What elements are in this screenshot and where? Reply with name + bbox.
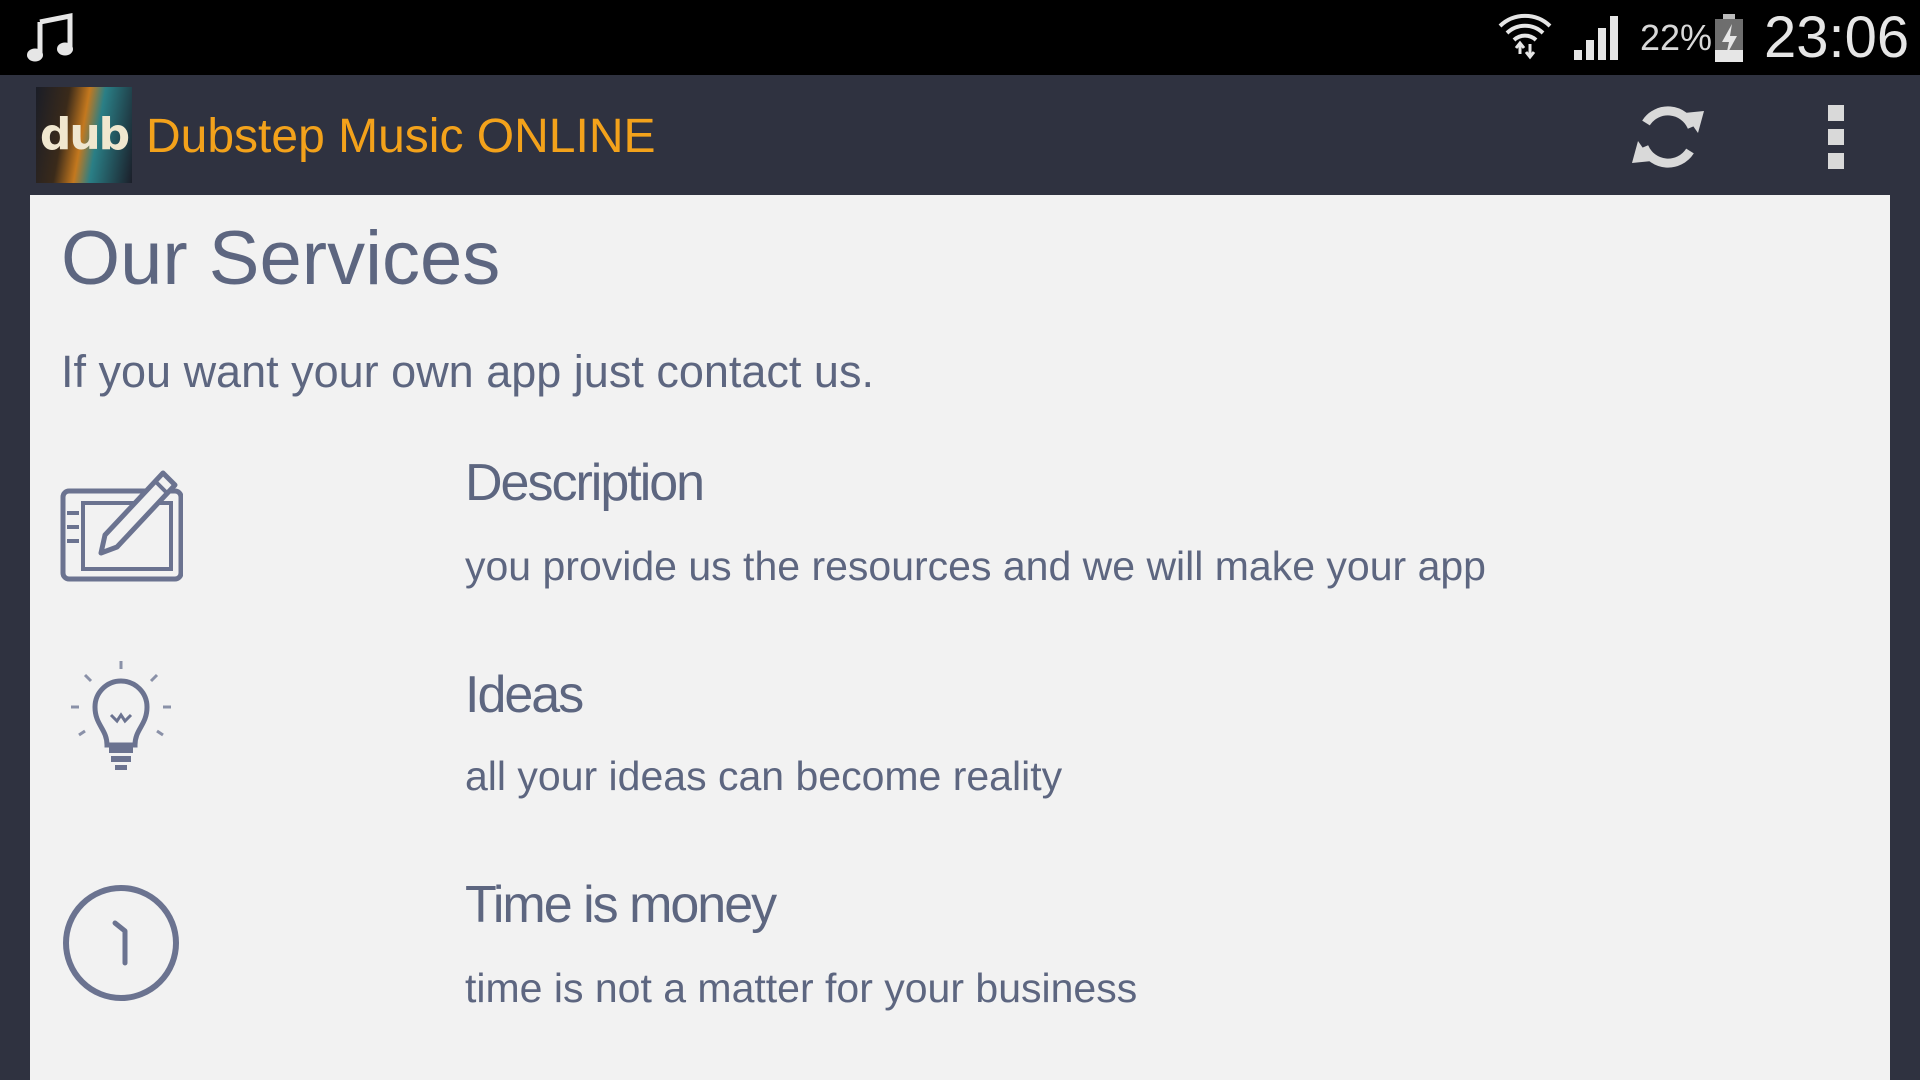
- status-bar: 22% 23:06: [0, 0, 1920, 75]
- service-description: all your ideas can become reality: [465, 753, 1063, 799]
- battery-percent: 22%: [1640, 17, 1713, 58]
- clock: 23:06: [1764, 5, 1910, 70]
- service-heading: Time is money: [465, 876, 777, 934]
- refresh-icon[interactable]: [1628, 97, 1708, 177]
- service-item-description: Description you provide us the resources…: [30, 455, 1890, 655]
- service-description: you provide us the resources and we will…: [465, 543, 1486, 589]
- service-item-ideas: Ideas all your ideas can become reality: [30, 661, 1890, 867]
- lightbulb-icon: [71, 661, 171, 770]
- app-logo-text: dub: [39, 109, 130, 160]
- wifi-icon: [1498, 13, 1552, 60]
- signal-icon: [1574, 16, 1618, 60]
- services-content: Our Services If you want your own app ju…: [30, 195, 1890, 1080]
- clock-icon: [63, 885, 179, 1001]
- service-item-time: Time is money time is not a matter for y…: [30, 877, 1890, 1077]
- tablet-pen-icon: [60, 470, 183, 582]
- app-logo: dub: [36, 87, 132, 183]
- music-note-icon: [27, 12, 73, 62]
- page-title: Our Services: [61, 216, 501, 301]
- service-heading: Ideas: [465, 666, 584, 724]
- overflow-menu-icon[interactable]: [1818, 97, 1854, 177]
- battery-charging-icon: [1715, 14, 1743, 62]
- page-subtitle: If you want your own app just contact us…: [61, 346, 874, 397]
- service-description: time is not a matter for your business: [465, 965, 1138, 1011]
- service-heading: Description: [465, 454, 705, 512]
- action-bar: dub Dubstep Music ONLINE: [0, 75, 1920, 193]
- app-title: Dubstep Music ONLINE: [146, 110, 656, 163]
